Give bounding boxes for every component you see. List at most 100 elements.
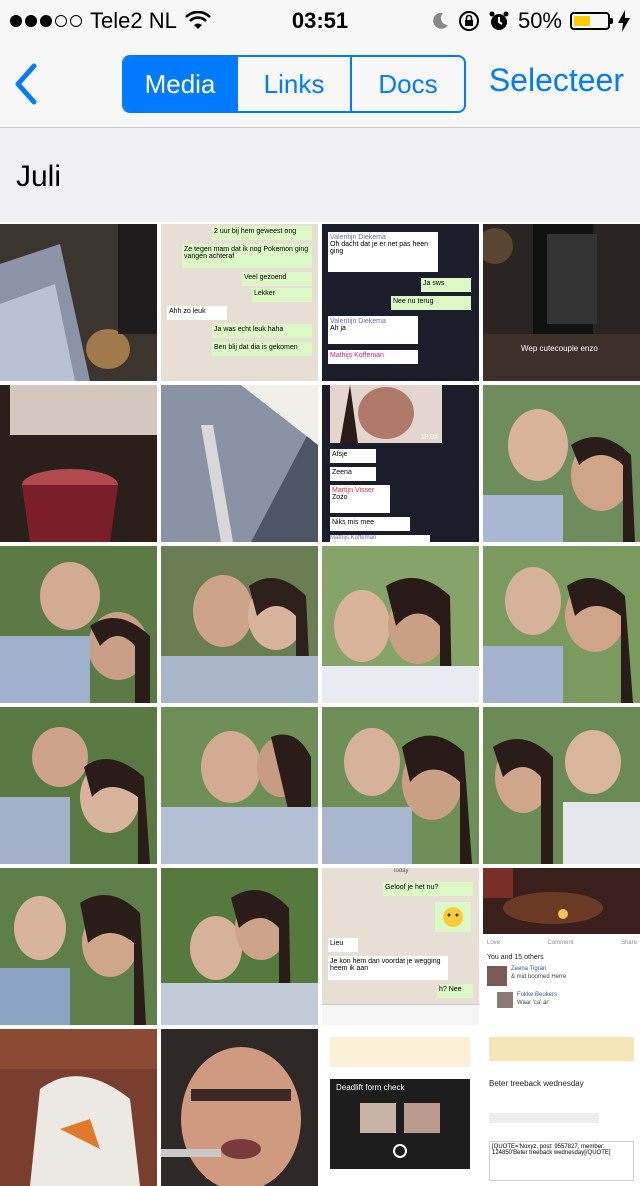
- chat-bubble: Ben blij dat dia is gekomen: [212, 342, 312, 356]
- media-thumbnail[interactable]: [0, 1029, 157, 1186]
- photo-selfie-couple: [0, 868, 157, 1025]
- chat-bubble: Zeena: [330, 467, 376, 481]
- chat-bubble: 2 uur bij hem geweest ong: [212, 226, 312, 240]
- month-section-header: Juli: [0, 128, 640, 222]
- media-type-segmented-control: Media Links Docs: [122, 55, 466, 113]
- avatar: [497, 992, 513, 1008]
- chat-bubble: h? Nee: [437, 984, 473, 998]
- love-action[interactable]: Love: [487, 940, 500, 946]
- media-thumbnail-chat-screenshot[interactable]: Valentijn Diekema Oh dacht dat je er net…: [322, 224, 479, 381]
- media-thumbnail[interactable]: [0, 707, 157, 864]
- select-button[interactable]: Selecteer: [489, 62, 624, 99]
- chevron-left-icon: [15, 63, 37, 105]
- photo-plastic-bag: [0, 1029, 157, 1186]
- forum-post: [330, 1037, 470, 1067]
- chat-bubble: Ja sws: [421, 278, 471, 292]
- chat-image-bubble: 18:04: [330, 385, 442, 443]
- photo-selfie-couple: [483, 707, 640, 864]
- chat-sender: Valentijn Diekema: [330, 318, 386, 325]
- video-embed: Deadlift form check: [330, 1079, 470, 1169]
- photo-selfie-couple: [322, 546, 479, 703]
- comment-action[interactable]: Comment: [547, 940, 573, 946]
- photo-lamp: [161, 385, 318, 542]
- photo-glass-window: [0, 385, 157, 542]
- status-bar: Tele2 NL 03:51 50%: [0, 0, 640, 40]
- media-thumbnail-forum-screenshot[interactable]: Deadlift form check: [322, 1029, 479, 1186]
- photo-selfie-couple: [0, 546, 157, 703]
- media-thumbnail-social-screenshot[interactable]: Love Comment Share You and 15 others Zee…: [483, 868, 640, 1025]
- media-thumbnail[interactable]: [483, 707, 640, 864]
- media-thumbnail[interactable]: [322, 707, 479, 864]
- commenter-name: Fokke Beukers: [517, 992, 558, 998]
- chat-bubble: Valentijn Diekema Ah ja: [328, 316, 418, 344]
- photo-selfie-couple: [0, 707, 157, 864]
- forum-post-text: Beter treeback wednesday: [489, 1079, 584, 1088]
- comment-text: & mid boomed Herre: [511, 974, 567, 980]
- social-action-bar: Love Comment Share: [487, 940, 637, 946]
- chat-bubble: Mathijs Koffeman: [328, 350, 418, 364]
- chat-date-label: Today: [392, 868, 409, 874]
- chat-input-bar: [322, 1004, 479, 1025]
- commenter-name: Zeena Tigran: [511, 966, 547, 972]
- chat-bubble: Ze tegen mam dat ik nog Pokemon ging van…: [182, 244, 312, 268]
- media-thumbnail[interactable]: [0, 224, 157, 381]
- month-label: Juli: [16, 160, 62, 193]
- emoji-icon: [443, 907, 463, 927]
- avatar: [487, 966, 507, 986]
- chat-bubble: Martijn Visser Zozo: [330, 485, 390, 513]
- chat-sender: Martijn Visser: [332, 487, 375, 494]
- battery-icon: [570, 12, 613, 30]
- media-thumbnail[interactable]: [0, 385, 157, 542]
- rotation-lock-icon: [458, 11, 479, 31]
- media-thumbnail-chat-screenshot[interactable]: 18:04 Afsje Zeena Martijn Visser Zozo Ni…: [322, 385, 479, 542]
- media-thumbnail[interactable]: [0, 868, 157, 1025]
- chat-timestamp: 18:04: [420, 434, 438, 441]
- media-thumbnail[interactable]: [161, 546, 318, 703]
- charging-bolt-icon: [618, 10, 630, 32]
- media-thumbnail[interactable]: [483, 546, 640, 703]
- media-thumbnail-forum-screenshot[interactable]: Beter treeback wednesday [QUOTE='Noxyz, …: [483, 1029, 640, 1186]
- photo-restaurant: [483, 868, 640, 934]
- reactions-summary: You and 15 others: [487, 954, 544, 961]
- media-thumbnail[interactable]: [161, 868, 318, 1025]
- photo-room-corner: [0, 224, 157, 381]
- photo-selfie-couple: [161, 707, 318, 864]
- chat-bubble: Je kon hem dan voordat je wegging heem i…: [328, 956, 448, 980]
- chat-bubble: Afsje: [330, 449, 376, 463]
- media-thumbnail[interactable]: [161, 385, 318, 542]
- chat-bubble: Veel gezoend: [242, 272, 312, 286]
- segment-docs[interactable]: Docs: [350, 57, 464, 111]
- chat-bubble: Nee nu terug: [391, 296, 471, 310]
- media-thumbnail[interactable]: [322, 546, 479, 703]
- media-thumbnail[interactable]: [483, 385, 640, 542]
- chat-text: Ah ja: [330, 325, 346, 332]
- chat-bubble-emoji: [435, 902, 471, 932]
- segment-links[interactable]: Links: [236, 57, 350, 111]
- media-thumbnail-chat-screenshot[interactable]: Today Geloof je het nu? Lieu Je kon hem …: [322, 868, 479, 1025]
- chat-sender: Valentijn Diekema: [330, 234, 386, 241]
- media-thumbnail[interactable]: [0, 546, 157, 703]
- media-thumbnail[interactable]: Wep cutecouple enzo: [483, 224, 640, 381]
- forum-post: [489, 1037, 634, 1061]
- media-thumbnail-chat-screenshot[interactable]: 2 uur bij hem geweest ong Ze tegen mam d…: [161, 224, 318, 381]
- back-button[interactable]: [10, 62, 50, 106]
- photo-selfie-couple: [161, 546, 318, 703]
- video-frames: [360, 1103, 440, 1158]
- moon-icon: [433, 12, 448, 29]
- status-right: 50%: [430, 8, 630, 34]
- media-thumbnail[interactable]: [161, 1029, 318, 1186]
- photo-caption: Wep cutecouple enzo: [521, 344, 598, 353]
- chat-bubble: Niks mis mee: [330, 517, 410, 531]
- chat-bubble: Ahh zo leuk: [167, 306, 227, 320]
- photo-selfie-couple: [161, 868, 318, 1025]
- forum-reply-input[interactable]: [QUOTE='Noxyz, post: 9557827, member: 12…: [489, 1141, 634, 1181]
- video-title: Deadlift form check: [336, 1083, 405, 1092]
- chat-text: Oh dacht dat je er net pas heen ging: [330, 241, 429, 255]
- photo-speakers: [483, 224, 640, 381]
- media-thumbnail[interactable]: [161, 707, 318, 864]
- forum-toolbar: [489, 1113, 599, 1123]
- segment-media[interactable]: Media: [124, 57, 236, 111]
- battery-percent: 50%: [517, 8, 562, 33]
- photo-selfie-couple: [483, 546, 640, 703]
- share-action[interactable]: Share: [621, 940, 637, 946]
